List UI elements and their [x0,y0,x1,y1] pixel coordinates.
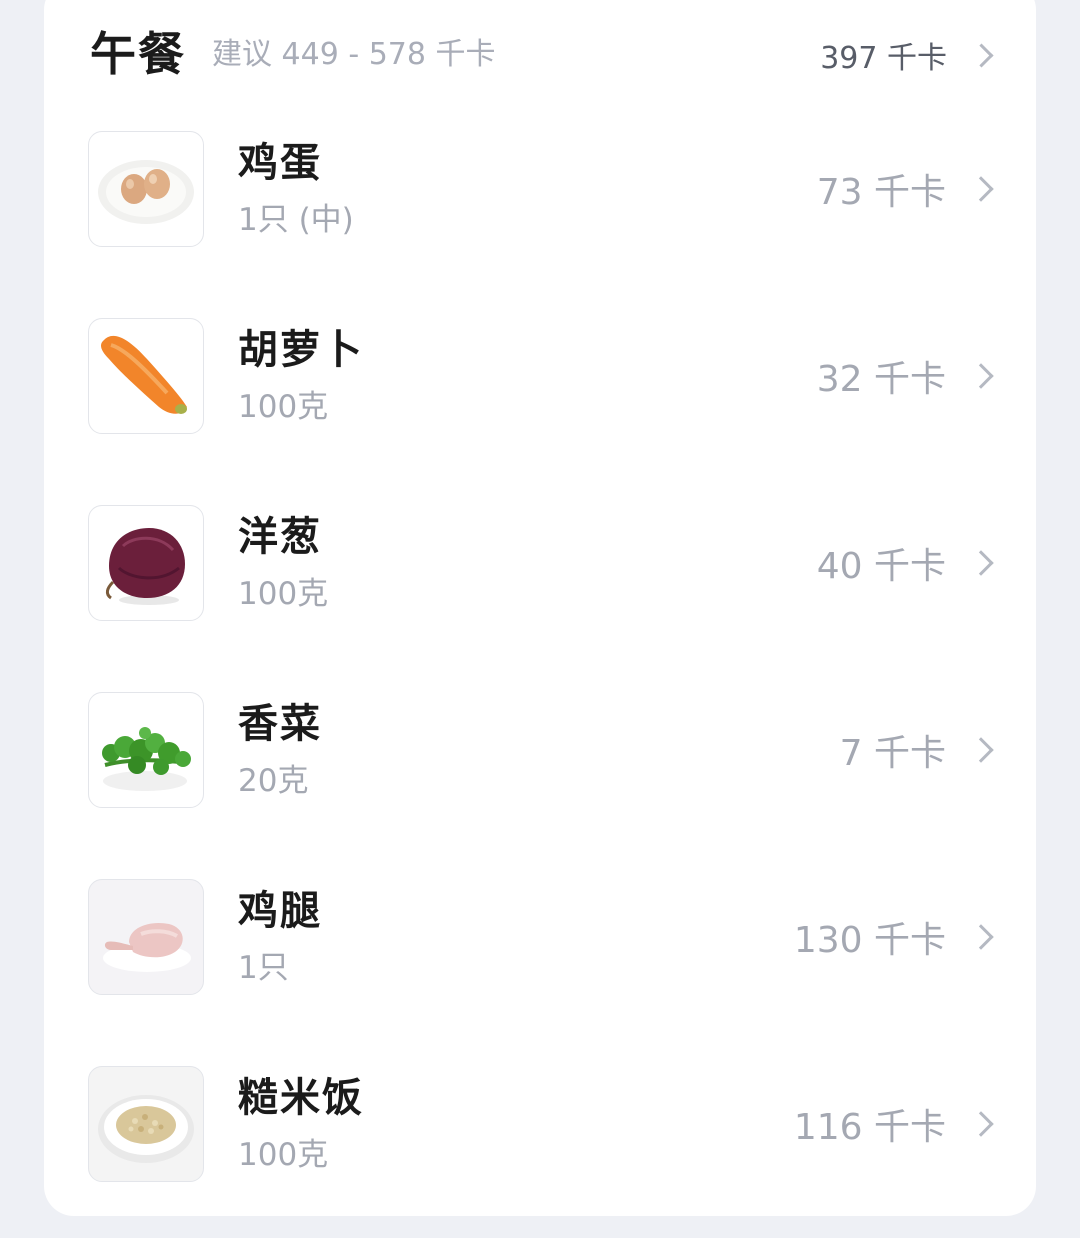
food-quantity: 100克 [238,389,329,425]
chevron-right-icon [968,1111,994,1137]
food-calories-label: 7 千卡 [839,733,946,774]
food-calories[interactable]: 32 千卡 [817,352,1000,400]
food-calories-label: 130 千卡 [793,920,946,961]
food-name: 糙米饭 [238,1075,364,1121]
chicken-leg-icon [88,879,204,995]
food-calories[interactable]: 7 千卡 [840,726,1000,774]
meal-total-calories[interactable]: 397 千卡 [820,34,1000,76]
food-item-egg[interactable]: 鸡蛋 1只 (中) 73 千卡 [88,131,1000,247]
food-calories[interactable]: 116 千卡 [794,1100,1000,1148]
food-name: 鸡蛋 [238,140,322,186]
food-item-cilantro[interactable]: 香菜 20克 7 千卡 [88,692,1000,808]
meal-header[interactable]: 午餐 建议 449 - 578 千卡 397 千卡 [90,24,1000,88]
chevron-right-icon [968,363,994,389]
food-item-chicken-leg[interactable]: 鸡腿 1只 130 千卡 [88,879,1000,995]
food-calories[interactable]: 73 千卡 [817,165,1000,213]
chevron-right-icon [969,42,994,68]
food-item-carrot[interactable]: 胡萝卜 100克 32 千卡 [88,318,1000,434]
food-calories[interactable]: 130 千卡 [794,913,1000,961]
carrot-icon [88,318,204,434]
food-calories-label: 73 千卡 [816,172,946,213]
food-quantity: 1只 (中) [238,202,354,238]
onion-icon [88,505,204,621]
meal-total-label: 397 千卡 [820,41,947,76]
chevron-right-icon [968,550,994,576]
food-calories-label: 40 千卡 [816,546,946,587]
cilantro-icon [88,692,204,808]
food-quantity: 20克 [238,763,309,799]
food-calories-label: 116 千卡 [793,1107,946,1148]
food-name: 鸡腿 [238,888,322,934]
food-name: 香菜 [238,701,322,747]
food-quantity: 1只 [238,950,289,986]
calorie-suggestion: 建议 449 - 578 千卡 [212,37,496,72]
chevron-right-icon [968,176,994,202]
food-name: 洋葱 [238,514,322,560]
chevron-right-icon [968,924,994,950]
food-calories-label: 32 千卡 [816,359,946,400]
food-quantity: 100克 [238,1137,329,1173]
food-calories[interactable]: 40 千卡 [817,539,1000,587]
brown-rice-icon [88,1066,204,1182]
egg-icon [88,131,204,247]
food-quantity: 100克 [238,576,329,612]
food-name: 胡萝卜 [238,327,364,373]
food-item-brown-rice[interactable]: 糙米饭 100克 116 千卡 [88,1066,1000,1182]
chevron-right-icon [968,737,994,763]
meal-title: 午餐 [90,27,186,81]
food-item-onion[interactable]: 洋葱 100克 40 千卡 [88,505,1000,621]
